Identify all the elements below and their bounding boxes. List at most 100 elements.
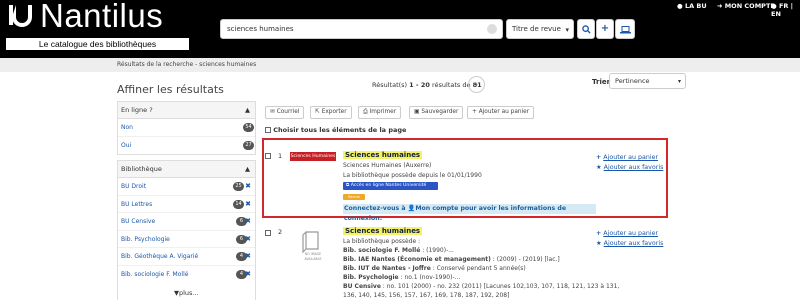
- exclude-icon[interactable]: ✖: [245, 231, 251, 248]
- facet-item-label: Bib. Psychologie: [121, 235, 170, 243]
- record-1-add-fav[interactable]: ★ Ajouter aux favoris: [596, 164, 663, 171]
- clear-search-icon[interactable]: [487, 24, 497, 34]
- mon-compte-link[interactable]: Mon compte: [415, 205, 458, 212]
- holding-detail: 136, 140, 145, 156, 157, 167, 169, 178, …: [343, 292, 510, 299]
- add-to-cart-button[interactable]: + Ajouter au panier: [467, 106, 535, 119]
- exclude-icon[interactable]: ✖: [245, 248, 251, 265]
- facet-library: Bibliothèque ▲ BU Droit 25 ✖ BU Lettres 14 ✖ …: [117, 160, 256, 300]
- la-bu-link[interactable]: ● LA BU: [677, 2, 707, 10]
- sort-select[interactable]: Pertinence ▾: [609, 73, 686, 89]
- globe-icon: ●: [771, 2, 777, 10]
- facet-item-label: Bib. sociologie F. Mollé: [121, 270, 189, 278]
- record-2-checkbox[interactable]: [265, 230, 271, 236]
- facet-online: En ligne ? ▲ Non 54 Oui 27: [117, 101, 256, 155]
- select-all[interactable]: Choisir tous les éléments de la page: [265, 126, 406, 134]
- facet-item-label: BU Lettres: [121, 200, 153, 208]
- add-to-cart-label: Ajouter au panier: [478, 109, 530, 115]
- holding-detail: : Conservé pendant 5 année(s): [430, 265, 526, 272]
- facet-more-link[interactable]: ▼plus...: [174, 289, 199, 297]
- chevron-up-icon: ▲: [245, 106, 250, 114]
- facet-item-bib-geotheque[interactable]: Bib. Géothèque A. Vigarié 4 ✖: [118, 248, 255, 266]
- type-tag: Revue: [343, 194, 365, 200]
- record-1-checkbox[interactable]: [265, 153, 271, 159]
- search-type-select[interactable]: Titre de revue ▾: [506, 19, 574, 39]
- printer-icon: ⎙: [363, 109, 368, 115]
- laptop-button[interactable]: [615, 19, 635, 39]
- holding-detail: : (2009) - (2019) [lac.]: [490, 256, 560, 263]
- holding-line: Bib. Psychologie : no.1 (nov-1990)-...: [343, 274, 460, 281]
- online-access-tag[interactable]: ⧉ Accès en ligne Nantes Université: [343, 182, 438, 190]
- print-button[interactable]: ⎙ Imprimer: [358, 106, 402, 119]
- results-count-prefix: Résultat(s): [372, 81, 410, 89]
- record-2-add-cart[interactable]: + Ajouter au panier: [596, 230, 658, 237]
- holding-library: Bib. IUT de Nantes - Joffre: [343, 265, 431, 272]
- connect-notice: Connectez-vous à 👤Mon compte pour avoir …: [343, 204, 596, 222]
- facet-item-bib-sociologie[interactable]: Bib. sociologie F. Mollé 4 ✖: [118, 266, 255, 284]
- results-range: 1 - 20: [409, 81, 430, 89]
- search-icon: [581, 25, 591, 34]
- holding-library: BU Censive: [343, 283, 381, 290]
- exclude-icon[interactable]: ✖: [245, 196, 251, 213]
- export-icon: ⇱: [315, 109, 320, 115]
- select-all-label: Choisir tous les éléments de la page: [273, 126, 407, 134]
- link-icon: ⧉: [346, 183, 350, 188]
- star-icon: ★: [596, 240, 602, 247]
- holding-detail: : no. 101 (2000) - no. 232 (2011) [Lacun…: [380, 283, 620, 290]
- holding-line: Bib. IAE Nantes (Économie et management)…: [343, 256, 560, 263]
- plus-icon: +: [600, 23, 610, 34]
- chevron-right-icon: ›: [474, 80, 479, 89]
- language-switch[interactable]: ● FR | EN: [771, 2, 800, 18]
- exclude-icon[interactable]: ✖: [245, 213, 251, 230]
- record-number: 1: [278, 152, 283, 160]
- export-button[interactable]: ⇱ Exporter: [310, 106, 352, 119]
- site-logo[interactable]: Nantilus: [40, 0, 163, 35]
- facet-item-bu-droit[interactable]: BU Droit 25 ✖: [118, 178, 255, 196]
- site-subtitle: Le catalogue des bibliothèques: [6, 38, 189, 50]
- online-access-label: Accès en ligne Nantes Université: [350, 183, 427, 188]
- plus-icon: +: [472, 109, 477, 115]
- top-header: Nantilus Le catalogue des bibliothèques …: [0, 0, 800, 58]
- add-search-button[interactable]: +: [596, 19, 614, 39]
- results-count: Résultat(s) 1 - 20 résultats de 81: [372, 81, 482, 89]
- exclude-icon[interactable]: ✖: [245, 178, 251, 195]
- exclude-icon[interactable]: ✖: [245, 266, 251, 283]
- record-1-add-cart[interactable]: + Ajouter au panier: [596, 154, 658, 161]
- save-button[interactable]: ▣ Sauvegarder: [409, 106, 464, 119]
- sort-value: Pertinence: [615, 77, 650, 85]
- plus-icon: +: [596, 230, 602, 237]
- sort-label: Trier: [592, 78, 611, 86]
- mon-compte-link[interactable]: ➜ MON COMPTE: [717, 2, 775, 10]
- facet-library-header[interactable]: Bibliothèque ▲: [118, 161, 255, 178]
- facet-item-label: BU Censive: [121, 218, 156, 225]
- holding-line: 136, 140, 145, 156, 157, 167, 169, 178, …: [343, 292, 509, 299]
- facet-item-bib-psychologie[interactable]: Bib. Psychologie 6 ✖: [118, 231, 255, 248]
- record-title[interactable]: Sciences humaines: [343, 151, 423, 159]
- chevron-up-icon: ▲: [245, 165, 250, 173]
- facet-item-label: Oui: [121, 141, 132, 149]
- next-page-button[interactable]: ›: [468, 76, 485, 93]
- chevron-down-icon: ▾: [565, 26, 569, 34]
- record-2-add-fav[interactable]: ★ Ajouter aux favoris: [596, 240, 663, 247]
- search-button[interactable]: [577, 19, 595, 39]
- search-input[interactable]: sciences humaines: [220, 19, 503, 39]
- add-fav-label: Ajouter aux favoris: [603, 164, 664, 171]
- facet-item-bu-censive[interactable]: BU Censive 6 ✖: [118, 213, 255, 231]
- breadcrumb: Résultats de la recherche - sciences hum…: [117, 61, 257, 68]
- holding-line: BU Censive : no. 101 (2000) - no. 232 (2…: [343, 283, 619, 290]
- star-icon: ★: [596, 164, 602, 171]
- facet-item-bu-lettres[interactable]: BU Lettres 14 ✖: [118, 196, 255, 213]
- save-label: Sauvegarder: [421, 109, 459, 115]
- results-count-mid: résultats de: [429, 81, 473, 89]
- email-label: Courriel: [276, 109, 300, 115]
- facet-item-non[interactable]: Non 54: [118, 119, 255, 137]
- print-label: Imprimer: [369, 109, 397, 115]
- sidebar-title: Affiner les résultats: [117, 83, 224, 96]
- record-title[interactable]: Sciences humaines: [343, 227, 423, 235]
- search-value: sciences humaines: [227, 25, 294, 33]
- email-button[interactable]: ✉ Courriel: [265, 106, 305, 119]
- holding-library: Bib. sociologie F. Mollé: [343, 247, 421, 254]
- select-all-checkbox[interactable]: [265, 127, 271, 133]
- count-badge: 25: [233, 182, 244, 191]
- facet-online-header[interactable]: En ligne ? ▲: [118, 102, 255, 119]
- facet-item-oui[interactable]: Oui 27: [118, 137, 255, 155]
